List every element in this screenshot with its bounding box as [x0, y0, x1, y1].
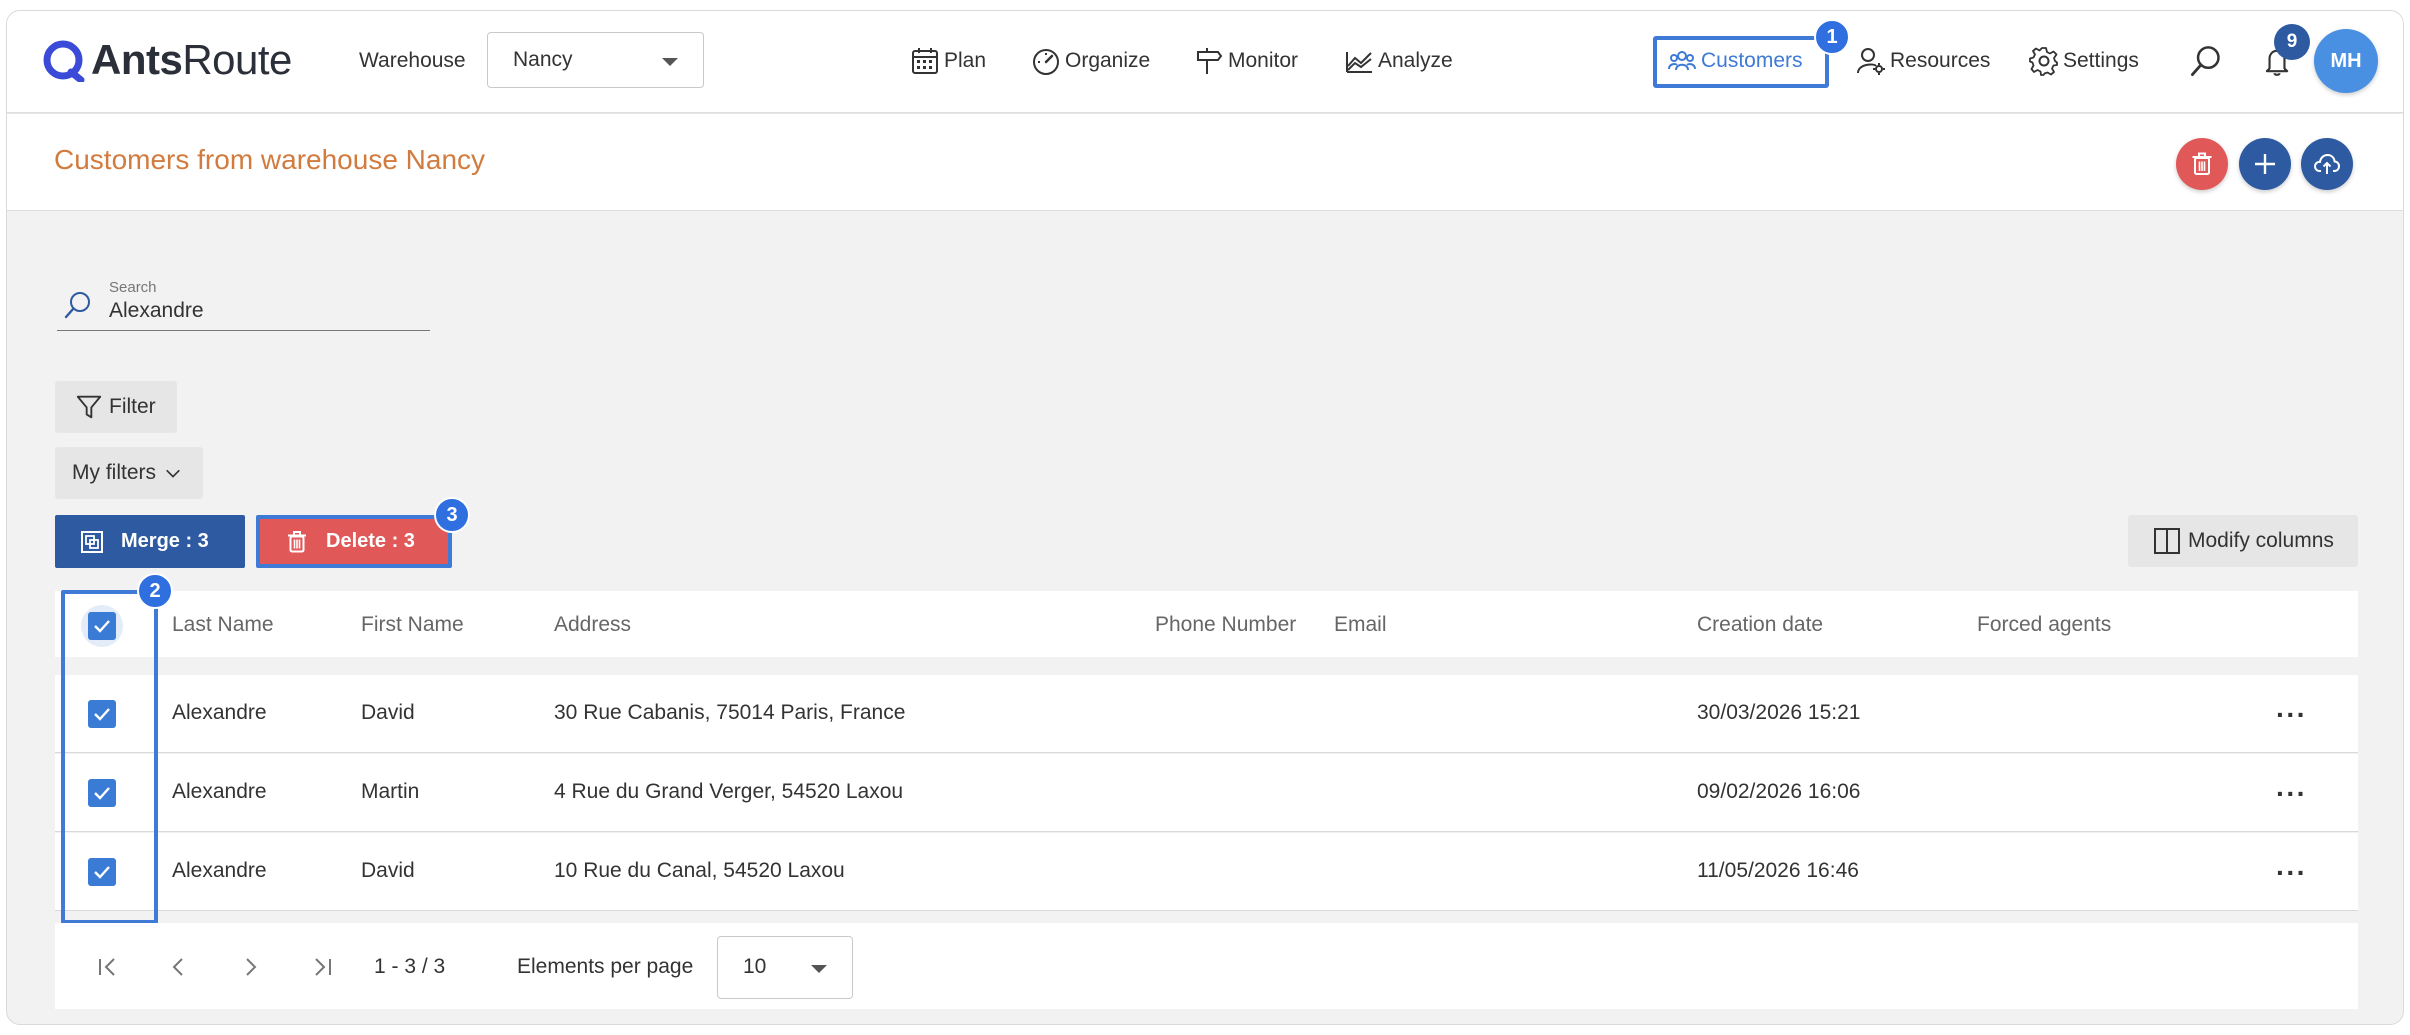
delete-selected-button[interactable]: Delete : 3	[256, 515, 452, 568]
filter-button-label: Filter	[109, 395, 156, 418]
customers-highlight-box	[1653, 36, 1829, 88]
nav-plan-label: Plan	[944, 49, 987, 72]
nav-plan[interactable]: Plan	[910, 41, 986, 81]
notification-count-badge: 9	[2274, 24, 2310, 60]
antsroute-logo[interactable]: AntsRoute	[41, 35, 292, 85]
nav-resources-label: Resources	[1890, 49, 1991, 72]
elements-per-page-label: Elements per page	[517, 955, 694, 978]
table-header: Last Name First Name Address Phone Numbe…	[55, 591, 2358, 657]
previous-page-icon[interactable]	[165, 953, 193, 981]
nav-resources[interactable]: Resources	[1856, 41, 1990, 81]
row-more-menu[interactable]: ···	[2276, 857, 2307, 889]
column-header-phone[interactable]: Phone Number	[1155, 613, 1296, 637]
column-header-address[interactable]: Address	[554, 613, 631, 637]
nav-organize-label: Organize	[1065, 49, 1151, 72]
funnel-icon	[76, 395, 102, 419]
annotation-marker-3: 3	[434, 497, 470, 533]
delete-button-label: Delete : 3	[326, 530, 415, 552]
merge-button[interactable]: Merge : 3	[55, 515, 245, 568]
table-row[interactable]: Alexandre Martin 4 Rue du Grand Verger, …	[55, 754, 2358, 832]
cell-address: 30 Rue Cabanis, 75014 Paris, France	[554, 701, 906, 724]
search-icon	[64, 292, 90, 319]
cell-last-name: Alexandre	[172, 859, 267, 882]
calendar-icon	[912, 48, 938, 74]
cell-last-name: Alexandre	[172, 780, 267, 803]
my-filters-dropdown[interactable]: My filters	[55, 447, 203, 499]
cell-creation-date: 30/03/2026 15:21	[1697, 701, 1861, 724]
nav-monitor[interactable]: Monitor	[1194, 41, 1298, 81]
merge-button-label: Merge : 3	[121, 530, 209, 552]
nav-settings-label: Settings	[2063, 49, 2139, 72]
column-header-first-name[interactable]: First Name	[361, 613, 464, 637]
nav-settings[interactable]: Settings	[2029, 41, 2139, 81]
pagination-bar: 1 - 3 / 3 Elements per page 10	[55, 923, 2358, 1009]
page-header: Customers from warehouse Nancy	[7, 114, 2403, 211]
logo-wordmark: AntsRoute	[91, 36, 292, 83]
nav-analyze-label: Analyze	[1378, 49, 1453, 72]
cell-creation-date: 11/05/2026 16:46	[1697, 859, 1859, 882]
warehouse-select-value: Nancy	[513, 48, 573, 71]
top-navigation-bar: AntsRoute Warehouse Nancy Plan Organize …	[7, 11, 2403, 113]
columns-icon	[2154, 528, 2180, 554]
row-more-menu[interactable]: ···	[2276, 778, 2307, 810]
elements-per-page-value: 10	[743, 955, 767, 978]
table-row[interactable]: Alexandre David 30 Rue Cabanis, 75014 Pa…	[55, 675, 2358, 753]
cell-address: 10 Rue du Canal, 54520 Laxou	[554, 859, 845, 882]
cell-address: 4 Rue du Grand Verger, 54520 Laxou	[554, 780, 904, 803]
nav-analyze[interactable]: Analyze	[1344, 41, 1453, 81]
cloud-upload-icon	[2314, 154, 2340, 174]
search-input[interactable]: Alexandre	[109, 299, 204, 323]
gear-icon	[2029, 47, 2058, 76]
warehouse-select[interactable]: Nancy	[487, 32, 704, 88]
cell-first-name: David	[361, 701, 415, 724]
table-row[interactable]: Alexandre David 10 Rue du Canal, 54520 L…	[55, 833, 2358, 911]
page-title: Customers from warehouse Nancy	[54, 144, 486, 175]
select-column-highlight-box	[61, 590, 158, 924]
nav-monitor-label: Monitor	[1228, 49, 1299, 72]
delete-customers-button[interactable]	[2176, 138, 2228, 190]
app-window: AntsRoute Warehouse Nancy Plan Organize …	[6, 10, 2404, 1025]
search-label: Search	[109, 279, 157, 296]
import-customers-button[interactable]	[2301, 138, 2353, 190]
modify-columns-button[interactable]: Modify columns	[2128, 515, 2358, 567]
user-gear-icon	[1857, 48, 1885, 75]
my-filters-label: My filters	[72, 461, 156, 484]
column-header-forced-agents[interactable]: Forced agents	[1977, 613, 2111, 637]
elements-per-page-select[interactable]: 10	[717, 936, 853, 999]
cell-first-name: David	[361, 859, 415, 882]
column-header-last-name[interactable]: Last Name	[172, 613, 274, 637]
modify-columns-label: Modify columns	[2188, 529, 2334, 552]
plus-icon	[2255, 154, 2275, 174]
column-header-creation-date[interactable]: Creation date	[1697, 613, 1823, 637]
gauge-icon	[1033, 49, 1059, 75]
trash-icon	[288, 530, 306, 552]
nav-organize[interactable]: Organize	[1031, 41, 1150, 81]
annotation-marker-1: 1	[1814, 19, 1850, 55]
signpost-icon	[1197, 48, 1223, 74]
annotation-marker-2: 2	[137, 573, 173, 609]
chevron-down-icon	[166, 469, 180, 478]
antsroute-logo-icon	[43, 40, 85, 82]
filter-button[interactable]: Filter	[55, 381, 177, 433]
cell-last-name: Alexandre	[172, 701, 267, 724]
search-icon	[2190, 46, 2220, 77]
user-avatar[interactable]: MH	[2314, 29, 2378, 93]
chart-icon	[1346, 52, 1372, 73]
row-more-menu[interactable]: ···	[2276, 699, 2307, 731]
next-page-icon[interactable]	[236, 953, 264, 981]
first-page-icon[interactable]	[94, 953, 122, 981]
global-search-button[interactable]	[2189, 41, 2227, 81]
chevron-down-icon	[662, 58, 678, 66]
cell-first-name: Martin	[361, 780, 420, 803]
chevron-down-icon	[811, 965, 827, 973]
last-page-icon[interactable]	[308, 953, 336, 981]
warehouse-label: Warehouse	[359, 49, 466, 72]
merge-icon	[81, 530, 103, 553]
cell-creation-date: 09/02/2026 16:06	[1697, 780, 1861, 803]
column-header-email[interactable]: Email	[1334, 613, 1387, 637]
add-customer-button[interactable]	[2239, 138, 2291, 190]
pagination-range: 1 - 3 / 3	[374, 955, 446, 978]
trash-icon	[2192, 152, 2212, 175]
search-field[interactable]: Search Alexandre	[57, 273, 430, 331]
